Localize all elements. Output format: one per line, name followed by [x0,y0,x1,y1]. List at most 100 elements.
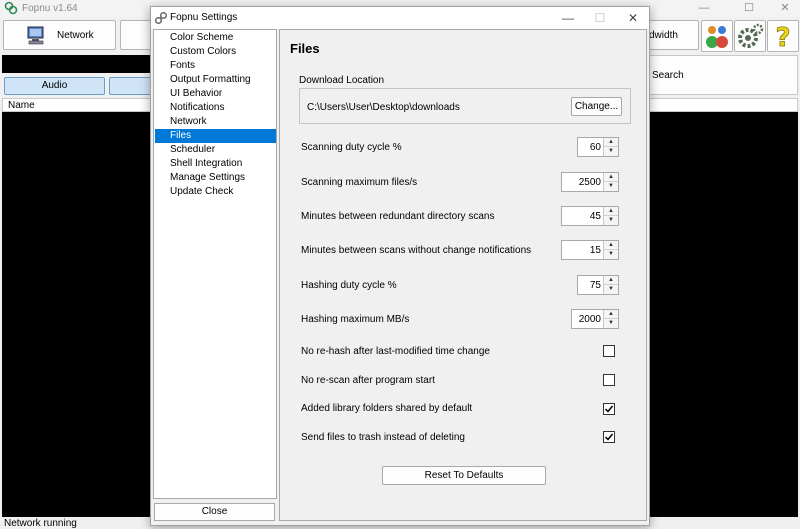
settings-nav-list: Color Scheme Custom Colors Fonts Output … [153,29,277,499]
results-list-right[interactable] [648,112,798,517]
main-maximize-button[interactable]: ☐ [735,1,763,16]
settings-dialog: Fopnu Settings — ☐ ✕ Color Scheme Custom… [150,6,650,526]
search-panel[interactable]: Search [648,55,798,95]
hashing-max-mbs-stepper[interactable]: 2000 ▲ ▼ [571,309,619,329]
close-button[interactable]: Close [154,503,275,521]
stepper-up-icon[interactable]: ▲ [604,310,618,319]
main-minimize-button[interactable]: — [690,1,718,16]
no-notification-scan-minutes-label: Minutes between scans without change not… [301,245,532,256]
stepper-arrows: ▲ ▼ [603,310,618,328]
send-to-trash-label: Send files to trash instead of deleting [301,432,465,443]
download-location-group: C:\Users\User\Desktop\downloads Change..… [299,88,631,124]
network-computer-icon [27,26,44,45]
gear-icon [738,23,764,48]
nav-item-custom-colors[interactable]: Custom Colors [155,45,276,59]
scanning-duty-cycle-value: 60 [589,142,601,153]
nav-item-notifications[interactable]: Notifications [155,101,276,115]
scanning-max-files-value: 2500 [578,177,601,188]
bandwidth-toolbar-button[interactable]: dwidth [648,20,699,50]
stepper-down-icon[interactable]: ▼ [604,250,618,259]
no-rehash-label: No re-hash after last-modified time chan… [301,346,490,357]
name-column-label: Name [8,100,35,111]
nav-item-color-scheme[interactable]: Color Scheme [155,31,276,45]
bandwidth-toolbar-label: dwidth [649,30,678,41]
list-column-header[interactable]: Name [2,98,152,112]
dialog-close-x-button[interactable]: ✕ [618,10,648,26]
stepper-arrows: ▲ ▼ [603,173,618,191]
stepper-arrows: ▲ ▼ [603,138,618,156]
files-settings-panel: Files Download Location C:\Users\User\De… [279,29,647,521]
nav-item-files[interactable]: Files [155,129,276,143]
hashing-max-mbs-value: 2000 [578,314,601,325]
send-to-trash-checkbox[interactable] [603,431,615,443]
network-toolbar-button[interactable]: Network [3,20,116,50]
stepper-down-icon[interactable]: ▼ [604,319,618,328]
settings-toolbar-button[interactable] [734,20,766,52]
main-close-button[interactable]: ✕ [771,1,799,16]
scanning-duty-cycle-label: Scanning duty cycle % [301,142,402,153]
library-shared-default-checkbox[interactable] [603,403,615,415]
no-rescan-label: No re-scan after program start [301,375,435,386]
stepper-down-icon[interactable]: ▼ [604,216,618,225]
stepper-down-icon[interactable]: ▼ [604,285,618,294]
dialog-maximize-button[interactable]: ☐ [585,10,615,26]
main-window-title: Fopnu v1.64 [22,3,78,14]
fopnu-logo-icon [4,1,18,15]
stepper-up-icon[interactable]: ▲ [604,207,618,216]
svg-text:?: ? [775,23,790,51]
stepper-up-icon[interactable]: ▲ [604,138,618,147]
redundant-scan-minutes-stepper[interactable]: 45 ▲ ▼ [561,206,619,226]
no-rescan-checkbox[interactable] [603,374,615,386]
list-column-header-right[interactable] [648,98,798,112]
download-path: C:\Users\User\Desktop\downloads [307,102,460,113]
scanning-max-files-label: Scanning maximum files/s [301,177,418,188]
search-label: Search [652,70,684,81]
tab-audio[interactable]: Audio [4,77,105,95]
change-download-button[interactable]: Change... [571,97,622,116]
dialog-title: Fopnu Settings [170,12,238,23]
scanning-max-files-stepper[interactable]: 2500 ▲ ▼ [561,172,619,192]
help-question-icon: ? [775,23,791,54]
scanning-duty-cycle-stepper[interactable]: 60 ▲ ▼ [577,137,619,157]
tab-partial[interactable] [109,77,153,95]
reset-to-defaults-button[interactable]: Reset To Defaults [382,466,546,485]
stepper-arrows: ▲ ▼ [603,276,618,294]
tab-audio-label: Audio [41,80,68,91]
users-icon [706,26,728,48]
download-location-label: Download Location [299,75,385,86]
stepper-up-icon[interactable]: ▲ [604,276,618,285]
hashing-duty-cycle-label: Hashing duty cycle % [301,280,397,291]
nav-item-update-check[interactable]: Update Check [155,185,276,199]
network-toolbar-label: Network [57,30,94,41]
stepper-down-icon[interactable]: ▼ [604,147,618,156]
settings-link-icon [154,11,168,25]
no-notification-scan-minutes-value: 15 [589,245,601,256]
redundant-scan-minutes-value: 45 [589,211,601,222]
dialog-minimize-button[interactable]: — [553,10,583,26]
panel-title: Files [290,41,320,56]
checkmark-icon [604,405,614,413]
nav-item-ui-behavior[interactable]: UI Behavior [155,87,276,101]
help-toolbar-button[interactable]: ? [767,20,799,54]
nav-item-fonts[interactable]: Fonts [155,59,276,73]
no-notification-scan-minutes-stepper[interactable]: 15 ▲ ▼ [561,240,619,260]
dialog-titlebar: Fopnu Settings — ☐ ✕ [151,7,649,29]
library-shared-default-label: Added library folders shared by default [301,403,473,414]
main-dark-bar [2,55,152,73]
no-rehash-checkbox[interactable] [603,345,615,357]
stepper-arrows: ▲ ▼ [603,241,618,259]
nav-item-manage-settings[interactable]: Manage Settings [155,171,276,185]
nav-item-shell-integration[interactable]: Shell Integration [155,157,276,171]
stepper-up-icon[interactable]: ▲ [604,173,618,182]
checkmark-icon [604,433,614,441]
nav-item-output-formatting[interactable]: Output Formatting [155,73,276,87]
nav-item-network[interactable]: Network [155,115,276,129]
stepper-up-icon[interactable]: ▲ [604,241,618,250]
users-toolbar-button[interactable] [701,20,733,52]
hashing-duty-cycle-stepper[interactable]: 75 ▲ ▼ [577,275,619,295]
hashing-duty-cycle-value: 75 [589,280,601,291]
results-list[interactable] [2,112,152,517]
hashing-max-mbs-label: Hashing maximum MB/s [301,314,410,325]
stepper-down-icon[interactable]: ▼ [604,182,618,191]
nav-item-scheduler[interactable]: Scheduler [155,143,276,157]
